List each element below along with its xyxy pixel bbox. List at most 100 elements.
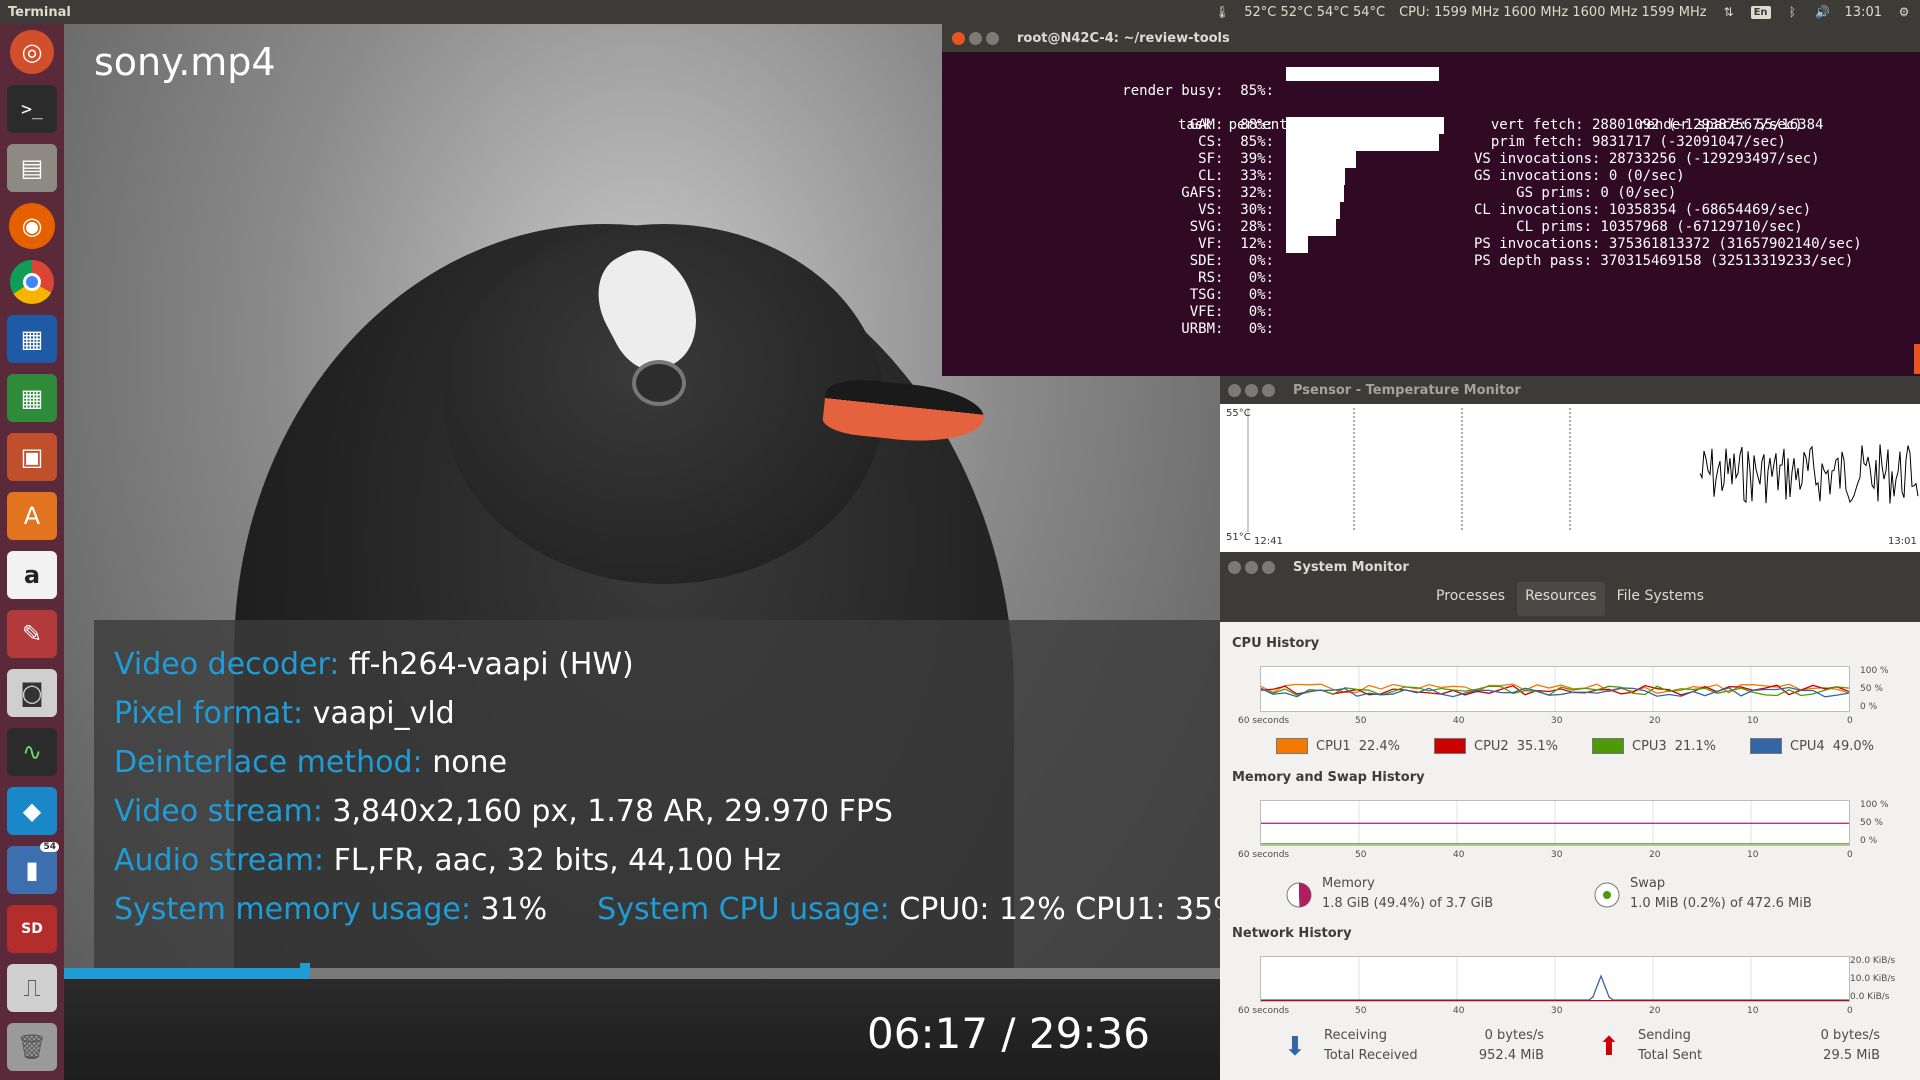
terminal-icon[interactable]: >_ bbox=[7, 85, 57, 133]
psensor-xstart: 12:41 bbox=[1254, 536, 1283, 547]
stat-line: CL prims: 10357968 (-67129710/sec) bbox=[1474, 219, 1803, 235]
system-monitor-icon[interactable]: ∿ bbox=[7, 728, 57, 776]
psensor-titlebar[interactable]: Psensor - Temperature Monitor bbox=[1220, 376, 1920, 404]
cpu-name: CPU1 bbox=[1316, 738, 1351, 754]
cpu-legend-item[interactable]: CPU2 35.1% bbox=[1434, 738, 1558, 754]
stat-line: prim fetch: 9831717 (-32091047/sec) bbox=[1474, 134, 1786, 150]
keyboard-layout-indicator[interactable]: En bbox=[1750, 5, 1771, 19]
receiving-legend: ⬇ Receiving Total Received 0 bytes/s 952… bbox=[1284, 1028, 1544, 1072]
sysmon-title: System Monitor bbox=[1293, 559, 1409, 575]
terminal-window[interactable]: root@N42C-4: ~/review-tools render busy:… bbox=[942, 24, 1920, 376]
sysmon-titlebar[interactable]: System Monitor bbox=[1220, 552, 1920, 582]
files-icon[interactable]: ▤ bbox=[7, 144, 57, 192]
psensor-window[interactable]: Psensor - Temperature Monitor 55°C 51°C … bbox=[1220, 376, 1920, 552]
cpu-history-title: CPU History bbox=[1232, 636, 1320, 651]
maximize-button[interactable] bbox=[1262, 560, 1275, 574]
cpu-legend-item[interactable]: CPU3 21.1% bbox=[1592, 738, 1716, 754]
top-panel: Terminal 🌡 52°C 52°C 54°C 54°C CPU: 1599… bbox=[0, 0, 1920, 24]
cpu-history-graph bbox=[1260, 666, 1850, 712]
notification-badge: 54 bbox=[40, 842, 59, 852]
playback-time: 06:17 / 29:36 bbox=[867, 1009, 1150, 1058]
system-monitor-window[interactable]: System Monitor Processes Resources File … bbox=[1220, 552, 1920, 1080]
memory-label: Memory bbox=[1322, 876, 1375, 891]
swap-label: Swap bbox=[1630, 876, 1666, 891]
kodi-icon[interactable]: ◆ bbox=[7, 787, 57, 835]
bluetooth-icon[interactable]: ᛒ bbox=[1785, 4, 1801, 20]
cpu-value: 35.1% bbox=[1516, 738, 1559, 754]
osd-audio-stream: Audio stream: FL,FR, aac, 32 bits, 44,10… bbox=[114, 843, 781, 878]
task-bar bbox=[1286, 185, 1344, 202]
total-sent-label: Total Sent bbox=[1638, 1048, 1703, 1063]
task-label: RS: 0%: bbox=[1198, 270, 1274, 286]
system-settings-icon[interactable]: ✎ bbox=[7, 610, 57, 658]
calc-icon[interactable]: ▦ bbox=[7, 374, 57, 422]
psensor-xend: 13:01 bbox=[1888, 536, 1917, 547]
task-label: SDE: 0%: bbox=[1189, 253, 1274, 269]
thermometer-icon[interactable]: ▮ 54 bbox=[7, 842, 59, 894]
maximize-button[interactable] bbox=[986, 31, 999, 45]
terminal-output[interactable]: render busy: 85%: render space: 55/16384… bbox=[942, 52, 1920, 338]
task-bar bbox=[1286, 202, 1340, 219]
codec-info-overlay: Video decoder: ff-h264-vaapi (HW) Pixel … bbox=[94, 620, 1220, 970]
temperature-readout[interactable]: 52°C 52°C 54°C 54°C bbox=[1244, 5, 1385, 20]
cpu-value: 21.1% bbox=[1674, 738, 1717, 754]
tab-processes[interactable]: Processes bbox=[1428, 582, 1513, 616]
minimize-button[interactable] bbox=[1245, 560, 1258, 574]
minimize-button[interactable] bbox=[1245, 383, 1258, 397]
color-swatch[interactable] bbox=[1434, 738, 1466, 754]
color-swatch[interactable] bbox=[1750, 738, 1782, 754]
terminal-title: root@N42C-4: ~/review-tools bbox=[1017, 30, 1230, 46]
camera-icon[interactable]: ◙ bbox=[7, 669, 57, 717]
cpu-name: CPU4 bbox=[1790, 738, 1825, 754]
network-icon[interactable]: ⇅ bbox=[1721, 4, 1737, 20]
sd-card-icon[interactable]: SD bbox=[7, 905, 57, 953]
osd-video-decoder: Video decoder: ff-h264-vaapi (HW) bbox=[114, 647, 634, 682]
cpu-name: CPU3 bbox=[1632, 738, 1667, 754]
color-swatch[interactable] bbox=[1592, 738, 1624, 754]
terminal-scrollbar[interactable] bbox=[1914, 344, 1920, 374]
memory-history-svg bbox=[1261, 801, 1849, 845]
swap-value: 1.0 MiB (0.2%) of 472.6 MiB bbox=[1630, 896, 1812, 911]
task-label: GAFS: 32%: bbox=[1181, 185, 1274, 201]
close-button[interactable] bbox=[1228, 560, 1241, 574]
trash-icon[interactable]: 🗑 bbox=[7, 1023, 57, 1071]
tab-resources[interactable]: Resources bbox=[1517, 582, 1605, 616]
render-busy-row: render busy: 85%: render space: 55/16384 bbox=[942, 66, 1920, 133]
sending-label: Sending bbox=[1638, 1028, 1691, 1043]
memory-pie-icon bbox=[1286, 882, 1312, 908]
impress-icon[interactable]: ▣ bbox=[7, 433, 57, 481]
thermometer-icon[interactable]: 🌡 bbox=[1214, 4, 1230, 20]
task-label: VS: 30%: bbox=[1198, 202, 1274, 218]
software-center-icon[interactable]: A bbox=[7, 492, 57, 540]
task-bar bbox=[1286, 236, 1308, 253]
osd-pixel-format: Pixel format: vaapi_vld bbox=[114, 696, 455, 731]
volume-icon[interactable]: 🔊 bbox=[1815, 4, 1831, 20]
minimize-button[interactable] bbox=[969, 31, 982, 45]
task-label: TSG: 0%: bbox=[1189, 287, 1274, 303]
close-button[interactable] bbox=[952, 31, 965, 45]
close-button[interactable] bbox=[1228, 383, 1241, 397]
chrome-icon[interactable] bbox=[10, 260, 54, 304]
color-swatch[interactable] bbox=[1276, 738, 1308, 754]
stat-line: GS prims: 0 (0/sec) bbox=[1474, 185, 1677, 201]
maximize-button[interactable] bbox=[1262, 383, 1275, 397]
cpu-legend-item[interactable]: CPU1 22.4% bbox=[1276, 738, 1400, 754]
task-label: VF: 12%: bbox=[1198, 236, 1274, 252]
tab-file-systems[interactable]: File Systems bbox=[1609, 582, 1712, 616]
launcher: ◎ >_ ▤ ◉ ▦ ▦ ▣ A a ✎ ◙ ∿ ◆ ▮ 54 SD ⎍ 🗑 bbox=[0, 24, 64, 1080]
amazon-icon[interactable]: a bbox=[7, 551, 57, 599]
cpu-frequency-readout[interactable]: CPU: 1599 MHz 1600 MHz 1600 MHz 1599 MHz bbox=[1399, 5, 1706, 20]
firefox-icon[interactable]: ◉ bbox=[9, 203, 55, 249]
desktop: Terminal 🌡 52°C 52°C 54°C 54°C CPU: 1599… bbox=[0, 0, 1920, 1080]
memory-history-title: Memory and Swap History bbox=[1232, 770, 1425, 785]
cpu-legend-item[interactable]: CPU4 49.0% bbox=[1750, 738, 1874, 754]
ubuntu-logo-icon[interactable]: ◎ bbox=[10, 30, 54, 74]
usb-drive-icon[interactable]: ⎍ bbox=[7, 964, 57, 1012]
psensor-ymax: 55°C bbox=[1226, 408, 1251, 419]
terminal-titlebar[interactable]: root@N42C-4: ~/review-tools bbox=[942, 24, 1920, 52]
clock[interactable]: 13:01 bbox=[1845, 5, 1882, 20]
task-label: SVG: 28%: bbox=[1189, 219, 1274, 235]
gear-icon[interactable]: ⚙ bbox=[1896, 4, 1912, 20]
writer-icon[interactable]: ▦ bbox=[7, 315, 57, 363]
stats-list: vert fetch: 28801092 (-129387567/sec) pr… bbox=[1474, 117, 1862, 270]
